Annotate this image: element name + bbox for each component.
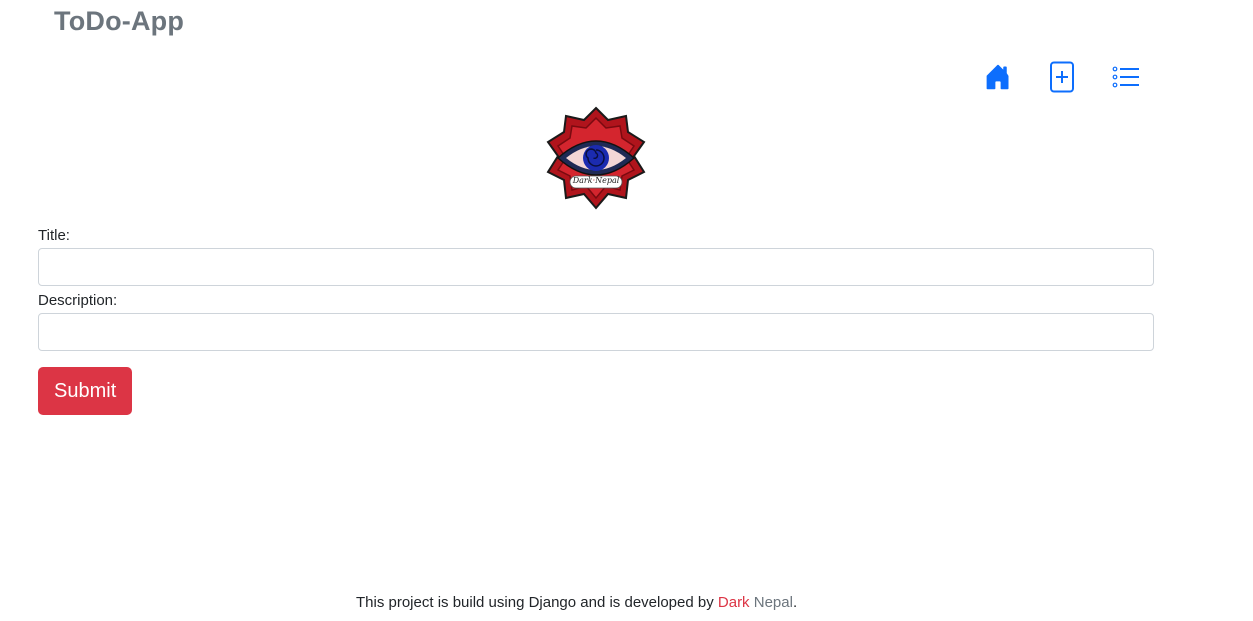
footer-suffix: . xyxy=(792,594,798,611)
footer-author-nepal: Nepal xyxy=(753,594,793,611)
brand-title[interactable]: ToDo-App xyxy=(54,6,184,37)
submit-button[interactable]: Submit xyxy=(38,367,133,415)
home-icon xyxy=(986,64,1009,90)
add-task-icon xyxy=(1050,61,1074,93)
dark-nepal-logo: Dark·Nepal xyxy=(543,106,649,210)
nav-home-button[interactable] xyxy=(980,60,1016,94)
title-label: Title: xyxy=(38,227,70,244)
nav-list-button[interactable] xyxy=(1108,60,1144,94)
footer-author-dark: Dark xyxy=(717,594,750,611)
description-input[interactable] xyxy=(38,313,1154,351)
svg-text:Dark·Nepal: Dark·Nepal xyxy=(572,176,620,185)
description-label: Description: xyxy=(38,292,118,309)
nav-bar xyxy=(980,60,1144,94)
page: ToDo-App Dark·Nepal Title: Description: … xyxy=(0,0,1253,621)
nav-add-button[interactable] xyxy=(1044,60,1080,94)
title-input[interactable] xyxy=(38,248,1154,286)
footer: This project is build using Django and i… xyxy=(0,594,1253,611)
todo-form: Title: Description: Submit xyxy=(38,227,1154,415)
list-icon xyxy=(1112,66,1139,88)
footer-text: This project is build using Django and i… xyxy=(356,594,718,611)
